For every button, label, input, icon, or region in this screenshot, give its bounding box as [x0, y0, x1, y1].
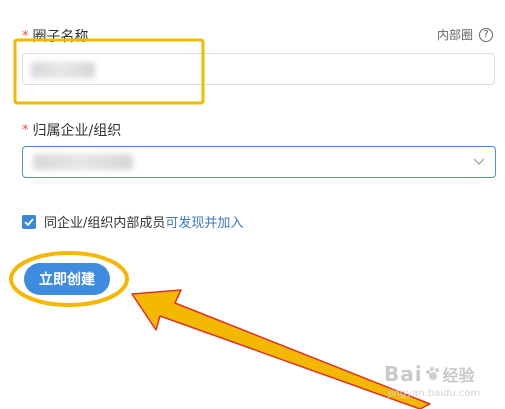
- highlight-ellipse: [9, 251, 129, 307]
- watermark-text: Bai: [384, 362, 423, 386]
- highlight-box: [13, 38, 205, 105]
- watermark-suffix: 经验: [442, 366, 475, 385]
- watermark: Bai 经验: [384, 362, 475, 386]
- paw-icon: [425, 367, 439, 380]
- annotation-overlay: [9, 38, 431, 409]
- pointer-arrow: [131, 289, 431, 409]
- watermark-sub: jingyan.baidu.com: [388, 388, 481, 399]
